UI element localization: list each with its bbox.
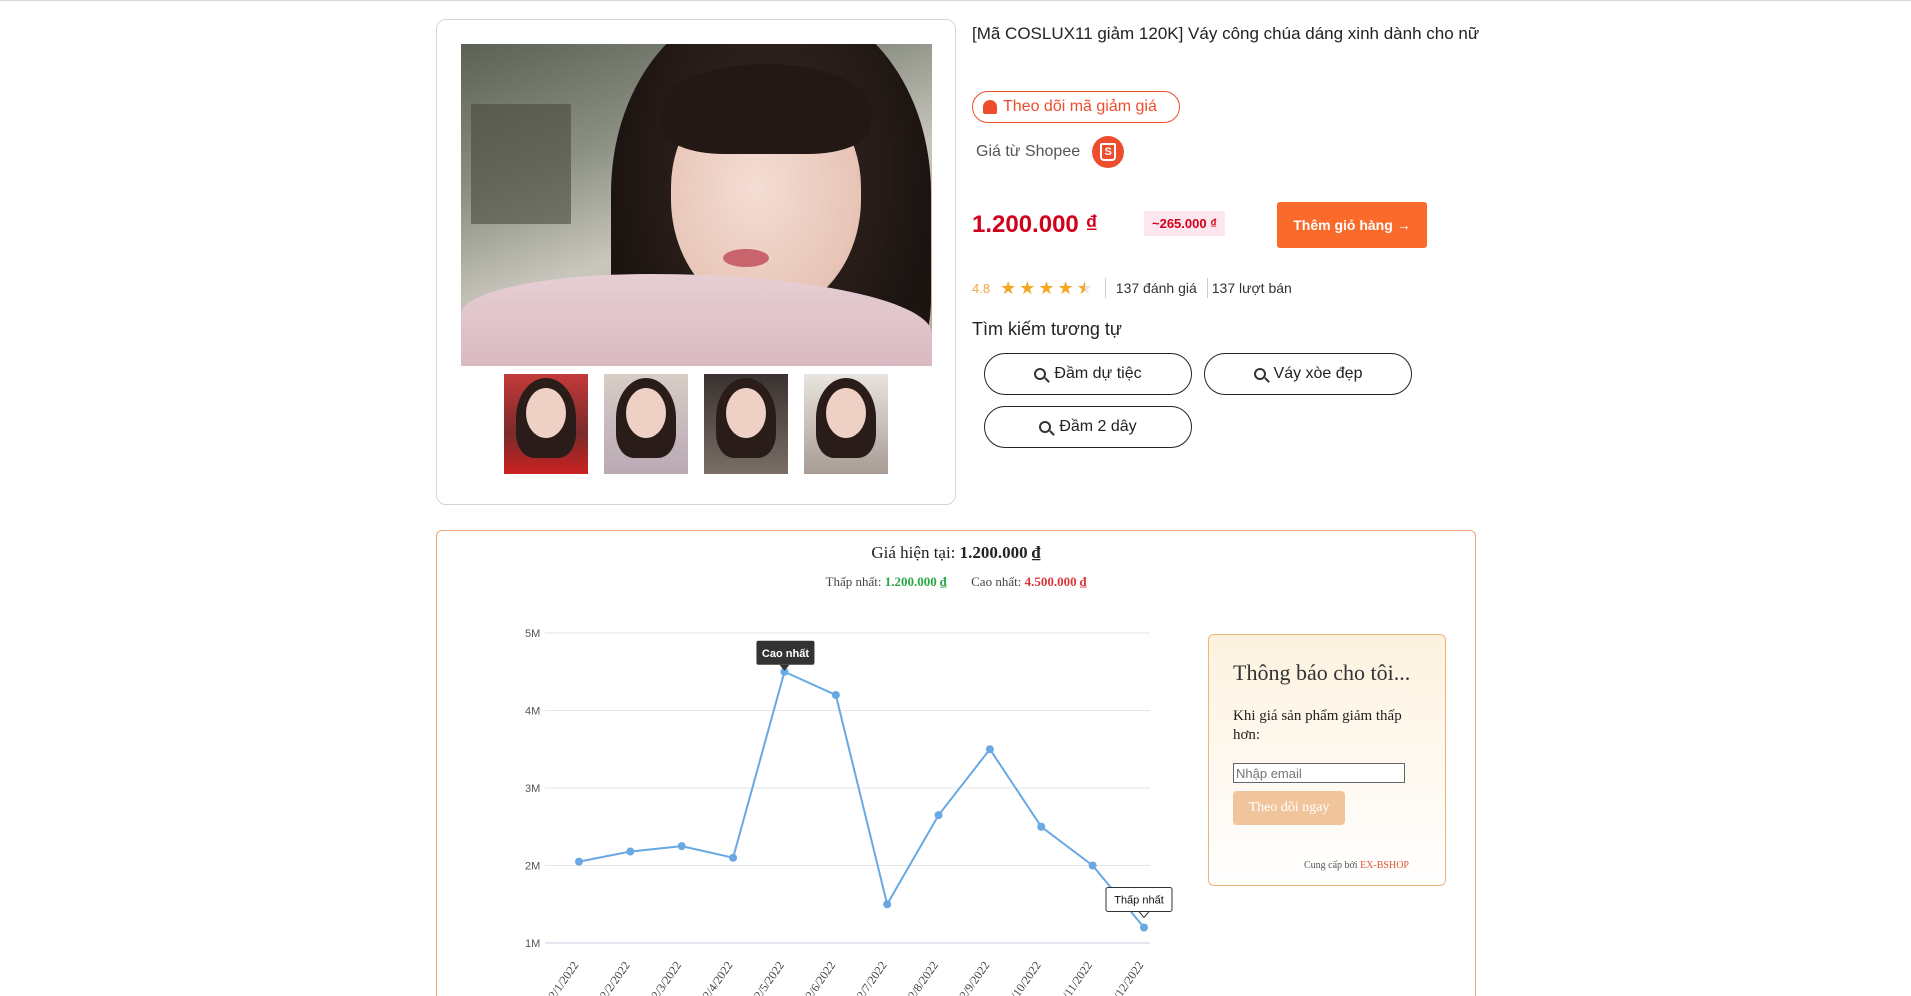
y-tick-label: 4M xyxy=(525,706,540,718)
x-tick-label: 12/3/2022 xyxy=(645,959,684,996)
data-point xyxy=(677,842,686,851)
price-alert-card: Thông báo cho tôi... Khi giá sản phẩm gi… xyxy=(1208,634,1446,886)
x-tick-label: 12/4/2022 xyxy=(696,959,735,996)
y-tick-label: 1M xyxy=(525,938,540,950)
y-tick-label: 3M xyxy=(525,783,540,795)
data-point xyxy=(831,691,840,699)
provider-credit[interactable]: Cung cấp bởi EX-BSHOP xyxy=(1304,860,1409,871)
y-tick-label: 2M xyxy=(525,861,540,873)
x-tick-label: 12/6/2022 xyxy=(799,959,838,996)
email-input[interactable] xyxy=(1233,763,1405,783)
max-tooltip-label: Cao nhất xyxy=(762,648,809,660)
data-point xyxy=(934,811,943,820)
x-tick-label: 12/2/2022 xyxy=(593,959,632,996)
data-point xyxy=(1088,861,1097,870)
data-point xyxy=(575,857,583,866)
x-tick-label: 12/5/2022 xyxy=(748,959,787,996)
data-point xyxy=(985,745,994,754)
price-alert-text: Khi giá sản phẩm giảm thấp hơn: xyxy=(1233,708,1402,743)
y-tick-label: 5M xyxy=(525,628,540,640)
min-tooltip-label: Thấp nhất xyxy=(1114,895,1164,907)
x-tick-label: 12/12/2022 xyxy=(1104,959,1147,996)
x-tick-label: 12/1/2022 xyxy=(542,959,581,996)
data-point xyxy=(1037,822,1046,831)
x-tick-label: 12/8/2022 xyxy=(902,959,941,996)
follow-now-button[interactable]: Theo dõi ngay xyxy=(1233,791,1345,825)
data-point xyxy=(883,900,892,909)
price-alert-title: Thông báo cho tôi... xyxy=(1233,660,1411,685)
x-tick-label: 12/7/2022 xyxy=(850,959,889,996)
credit-prefix: Cung cấp bởi xyxy=(1303,860,1358,871)
credit-brand[interactable]: EX-BSHOP xyxy=(1360,860,1409,871)
data-point xyxy=(729,853,738,862)
data-point xyxy=(1140,923,1148,932)
x-tick-label: 12/10/2022 xyxy=(1001,959,1044,996)
x-tick-label: 12/11/2022 xyxy=(1053,959,1096,996)
price-history-chart: 1M 2M 3M 4M 5M 12/1/2022 12/2/2022 12/3/2022 12/… xyxy=(525,628,1173,996)
data-point xyxy=(626,847,635,856)
min-tooltip-arrow xyxy=(1137,911,1151,919)
x-tick-label: 12/9/2022 xyxy=(953,959,992,996)
